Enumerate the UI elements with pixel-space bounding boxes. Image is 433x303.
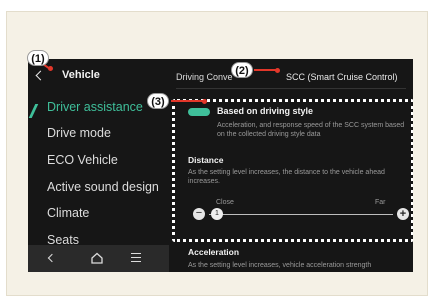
breadcrumb-parent[interactable]: Driving Conve (176, 72, 233, 82)
header-divider (176, 88, 406, 89)
sidebar-item-drive-mode[interactable]: Drive mode (47, 126, 111, 140)
sidebar-item-driver-assistance[interactable]: Driver assistance (47, 100, 143, 114)
back-arrow-icon[interactable] (35, 70, 46, 81)
infotainment-screen: Vehicle Driver assistance Drive mode ECO… (28, 59, 413, 272)
home-icon[interactable] (90, 251, 104, 265)
callout-2-leader-end (275, 68, 280, 73)
menu-icon[interactable] (131, 253, 141, 265)
active-indicator (28, 104, 39, 118)
sidebar-item-climate[interactable]: Climate (47, 206, 89, 220)
sidebar-item-eco-vehicle[interactable]: ECO Vehicle (47, 153, 118, 167)
sidebar-title: Vehicle (62, 69, 100, 81)
callout-3-leader-end (202, 99, 207, 104)
sidebar-item-active-sound-design[interactable]: Active sound design (47, 180, 159, 194)
callout-1-badge: (1) (27, 50, 49, 66)
callout-2-badge: (2) (231, 62, 253, 78)
sidebar: Vehicle Driver assistance Drive mode ECO… (28, 59, 169, 272)
callout-3-leader (171, 100, 205, 102)
callout-3-badge: (3) (147, 93, 169, 109)
back-icon[interactable] (47, 253, 57, 263)
manual-figure-panel: Vehicle Driver assistance Drive mode ECO… (6, 11, 428, 296)
acceleration-title: Acceleration (188, 247, 240, 257)
highlight-box (172, 99, 413, 242)
acceleration-description: As the setting level increases, vehicle … (188, 262, 372, 269)
bottom-nav-bar (28, 245, 169, 272)
breadcrumb-current: SCC (Smart Cruise Control) (286, 72, 398, 82)
callout-1-leader-end (48, 66, 53, 71)
